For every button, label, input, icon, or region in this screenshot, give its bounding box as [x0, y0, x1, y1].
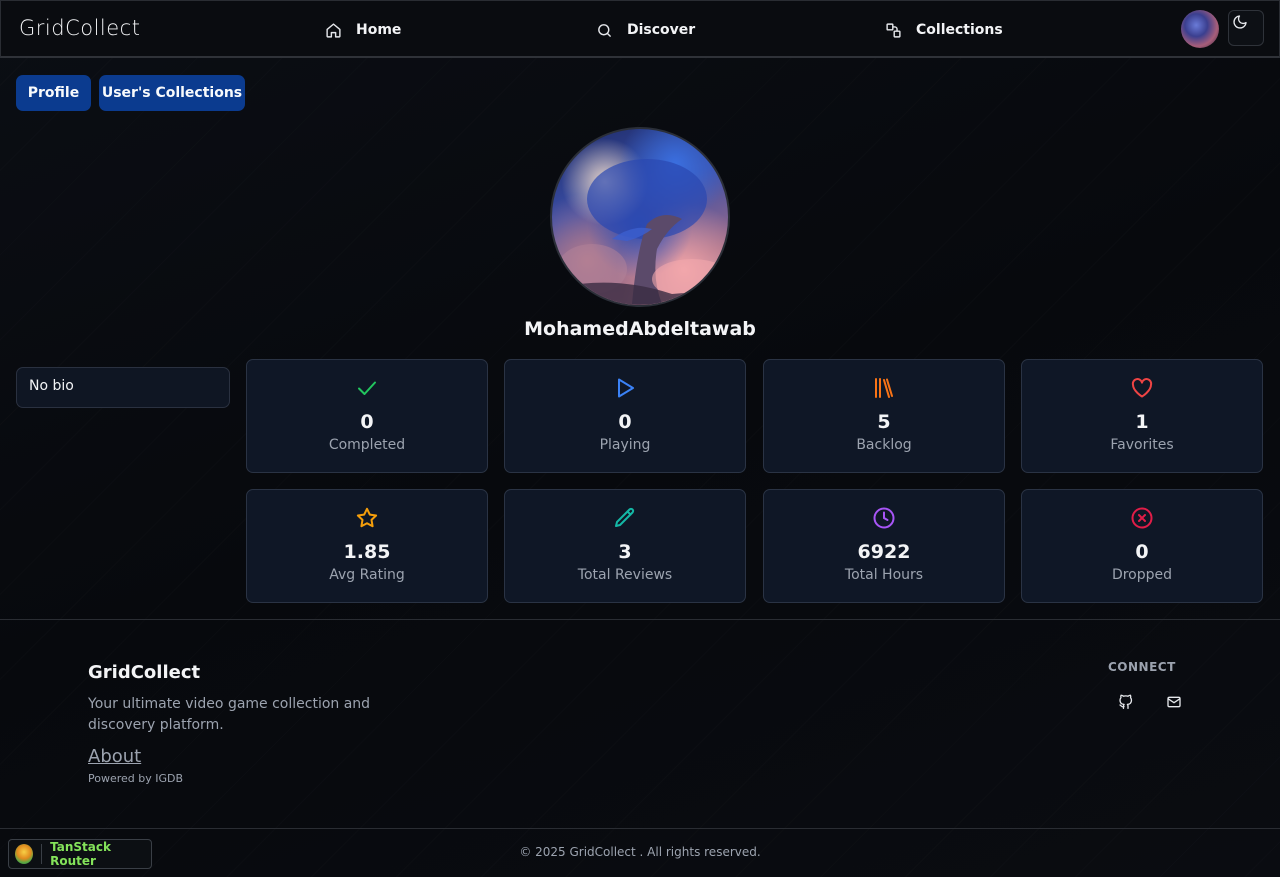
stat-label: Total Reviews — [577, 567, 673, 583]
stat-value: 0 — [618, 411, 632, 433]
collections-icon — [886, 22, 901, 38]
x-circle-icon — [1131, 507, 1153, 529]
stat-value: 0 — [360, 411, 374, 433]
tab-users-collections[interactable]: User's Collections — [99, 75, 245, 111]
stat-value: 5 — [877, 411, 891, 433]
nav-discover-label: Discover — [627, 22, 696, 38]
brand-logo[interactable]: GridCollect — [19, 16, 140, 40]
devtools-label: TanStack Router — [50, 840, 111, 868]
user-avatar[interactable] — [1181, 10, 1219, 48]
tanstack-logo-icon — [15, 844, 34, 864]
check-icon — [358, 381, 376, 395]
nav-discover[interactable]: Discover — [596, 19, 695, 41]
github-icon — [1119, 694, 1133, 709]
stat-label: Avg Rating — [329, 567, 405, 583]
clock-icon — [873, 507, 895, 529]
pencil-icon — [615, 507, 635, 527]
moon-icon — [1233, 15, 1247, 29]
mail-icon — [1167, 696, 1181, 708]
stat-avg-rating: 1.85 Avg Rating — [246, 489, 488, 603]
profile-username: MohamedAbdeltawab — [524, 318, 756, 340]
stat-favorites: 1 Favorites — [1021, 359, 1263, 473]
stat-total-hours: 6922 Total Hours — [763, 489, 1005, 603]
stat-value: 6922 — [857, 541, 911, 563]
nav-home-label: Home — [356, 22, 402, 38]
footer-description: Your ultimate video game collection and … — [88, 696, 371, 733]
star-icon — [356, 507, 378, 528]
stat-value: 0 — [1135, 541, 1149, 563]
stat-value: 1.85 — [343, 541, 391, 563]
stat-dropped: 0 Dropped — [1021, 489, 1263, 603]
stat-value: 1 — [1135, 411, 1149, 433]
footer-about-link[interactable]: About — [88, 746, 141, 767]
navbar: GridCollect Home Discover Collections — [0, 0, 1280, 58]
devtools-separator — [41, 844, 43, 864]
profile-avatar — [550, 127, 730, 307]
stat-label: Completed — [328, 437, 406, 453]
footer-bottom-divider — [0, 828, 1280, 829]
footer-connect-heading: CONNECT — [1108, 660, 1176, 674]
home-icon — [326, 22, 341, 38]
stat-completed: 0 Completed — [246, 359, 488, 473]
library-icon — [875, 378, 893, 398]
nav-collections[interactable]: Collections — [885, 19, 1003, 41]
stat-label: Playing — [599, 437, 651, 453]
play-icon — [618, 378, 634, 398]
email-link[interactable] — [1164, 692, 1184, 712]
tab-profile[interactable]: Profile — [16, 75, 91, 111]
footer-powered-by: Powered by IGDB — [88, 772, 184, 785]
avatar-artwork — [552, 159, 728, 305]
stat-label: Backlog — [856, 437, 912, 453]
bio-text: No bio — [29, 378, 74, 394]
theme-toggle-button[interactable] — [1228, 10, 1264, 46]
nav-collections-label: Collections — [916, 22, 1003, 38]
footer-divider — [0, 619, 1280, 620]
stat-label: Total Hours — [844, 567, 924, 583]
nav-home[interactable]: Home — [325, 19, 401, 41]
stat-total-reviews: 3 Total Reviews — [504, 489, 746, 603]
footer-title: GridCollect — [88, 662, 201, 683]
stat-value: 3 — [618, 541, 632, 563]
heart-icon — [1131, 378, 1153, 398]
github-link[interactable] — [1116, 692, 1136, 712]
copyright-text: © 2025 GridCollect . All rights reserved… — [519, 845, 761, 859]
stat-playing: 0 Playing — [504, 359, 746, 473]
stat-label: Favorites — [1110, 437, 1174, 453]
tanstack-router-devtools-button[interactable]: TanStack Router — [8, 839, 152, 869]
stat-backlog: 5 Backlog — [763, 359, 1005, 473]
search-icon — [598, 23, 611, 37]
bio-box: No bio — [16, 367, 230, 408]
stat-label: Dropped — [1111, 567, 1173, 583]
